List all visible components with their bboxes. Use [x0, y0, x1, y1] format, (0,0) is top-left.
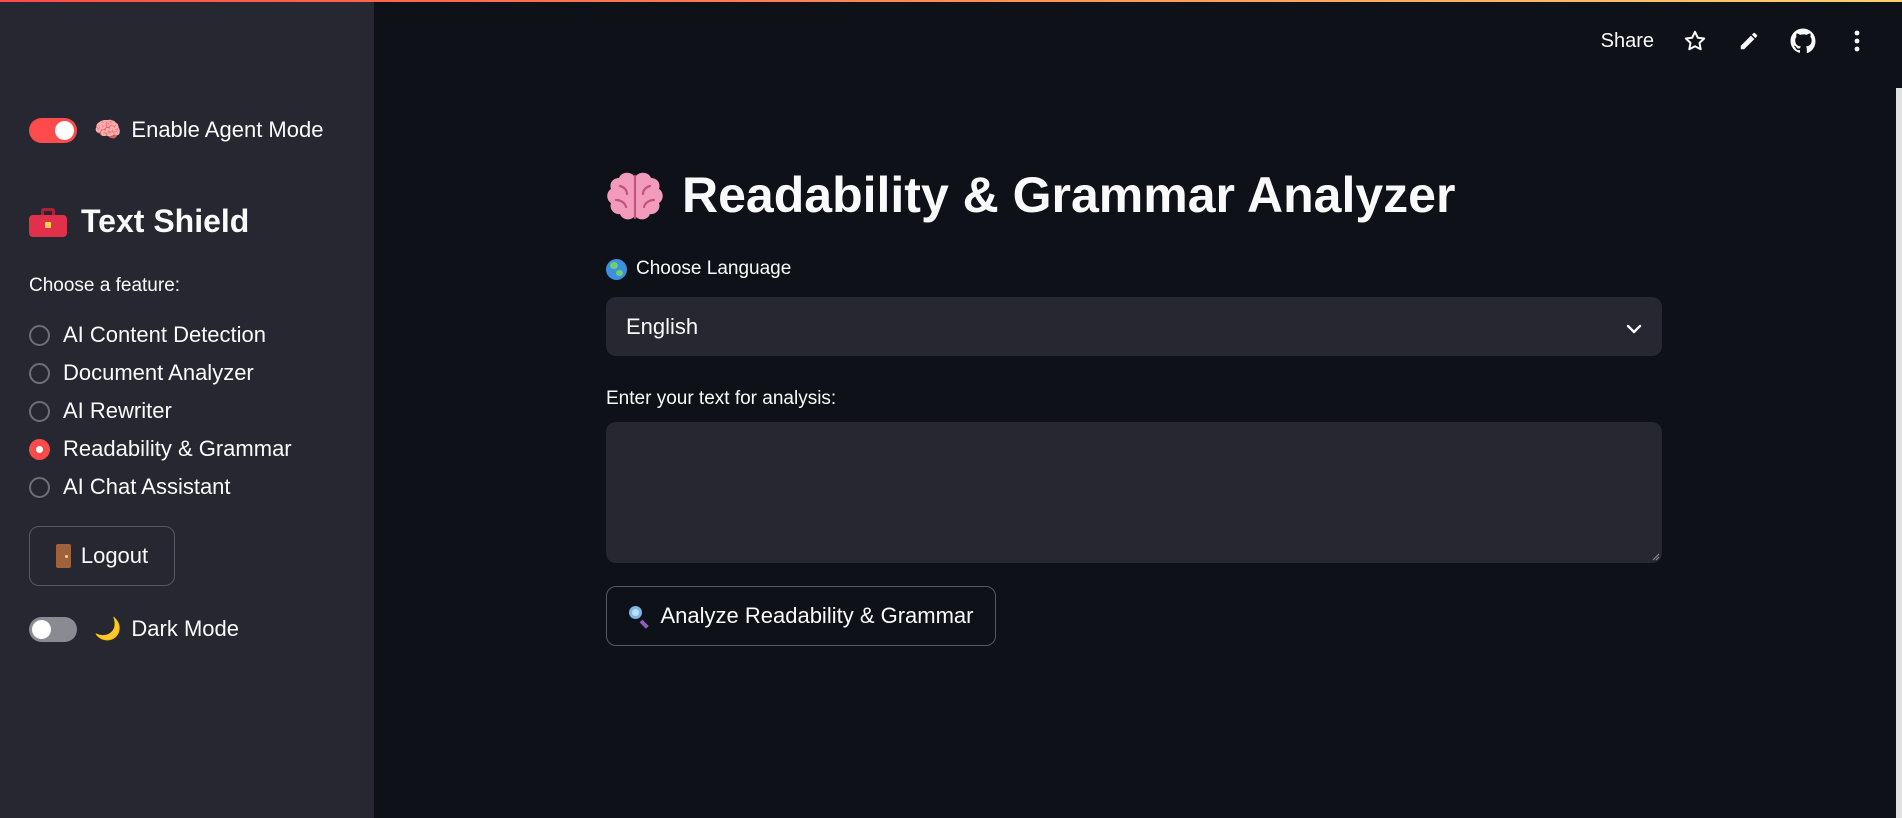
feature-option-document-analyzer[interactable]: Document Analyzer — [29, 354, 292, 392]
radio-button[interactable] — [29, 400, 50, 422]
logout-label: Logout — [80, 543, 149, 568]
feature-option-label: AI Rewriter — [63, 398, 172, 423]
radio-button[interactable] — [29, 476, 50, 498]
agent-mode-toggle-row[interactable]: 🧠 Enable Agent Mode — [29, 117, 323, 143]
feature-option-label: Document Analyzer — [63, 360, 254, 385]
radio-button-selected[interactable] — [29, 438, 50, 460]
resize-handle-icon[interactable] — [1650, 551, 1660, 561]
app-title: Text Shield — [81, 203, 250, 239]
toolbox-icon — [29, 207, 67, 237]
magnifier-icon — [628, 605, 650, 629]
radio-button[interactable] — [29, 362, 50, 384]
dark-mode-toggle-row[interactable]: 🌙 Dark Mode — [29, 616, 239, 642]
app-brand: Text Shield — [29, 203, 249, 240]
agent-mode-toggle[interactable] — [29, 117, 77, 143]
chevron-down-icon — [1626, 314, 1642, 340]
dark-mode-label: Dark Mode — [131, 616, 239, 641]
top-decoration-bar — [0, 0, 1902, 2]
page-title: Readability & Grammar Analyzer — [682, 167, 1456, 223]
feature-option-label: AI Content Detection — [63, 322, 267, 347]
agent-mode-label: Enable Agent Mode — [131, 117, 324, 142]
globe-icon — [606, 258, 627, 280]
kebab-menu-icon[interactable] — [1844, 28, 1870, 54]
feature-option-ai-chat-assistant[interactable]: AI Chat Assistant — [29, 468, 292, 506]
brain-icon — [606, 170, 664, 220]
brain-icon: 🧠 — [94, 117, 122, 143]
feature-option-readability-grammar[interactable]: Readability & Grammar — [29, 430, 292, 468]
feature-option-label: Readability & Grammar — [63, 436, 292, 461]
sidebar: 🧠 Enable Agent Mode Text Shield Choose a… — [0, 0, 374, 818]
language-label: Choose Language — [636, 258, 792, 279]
language-select-value: English — [626, 313, 699, 339]
language-select[interactable]: English — [606, 297, 1662, 356]
logout-button[interactable]: Logout — [29, 526, 175, 586]
page-title-row: Readability & Grammar Analyzer — [606, 166, 1455, 224]
feature-prompt: Choose a feature: — [29, 275, 181, 296]
feature-option-label: AI Chat Assistant — [63, 474, 231, 499]
analysis-text-input[interactable] — [606, 422, 1662, 563]
radio-button[interactable] — [29, 324, 50, 346]
app-header: Share — [374, 0, 1902, 84]
github-icon[interactable] — [1790, 28, 1816, 54]
toggle-knob — [55, 120, 74, 140]
share-button[interactable]: Share — [1601, 30, 1654, 53]
text-input-label: Enter your text for analysis: — [606, 388, 837, 409]
moon-icon: 🌙 — [94, 616, 122, 642]
feature-option-ai-rewriter[interactable]: AI Rewriter — [29, 392, 292, 430]
door-icon — [55, 544, 71, 568]
toggle-knob — [32, 619, 51, 639]
dark-mode-toggle[interactable] — [29, 616, 77, 642]
feature-option-ai-content-detection[interactable]: AI Content Detection — [29, 316, 292, 354]
star-icon[interactable] — [1682, 28, 1708, 54]
scrollbar[interactable] — [1896, 88, 1902, 818]
pencil-icon[interactable] — [1736, 28, 1762, 54]
feature-radio-group: AI Content Detection Document Analyzer A… — [29, 316, 292, 506]
analyze-button-label: Analyze Readability & Grammar — [660, 603, 974, 628]
language-label-row: Choose Language — [606, 258, 791, 280]
analyze-button[interactable]: Analyze Readability & Grammar — [606, 586, 996, 646]
